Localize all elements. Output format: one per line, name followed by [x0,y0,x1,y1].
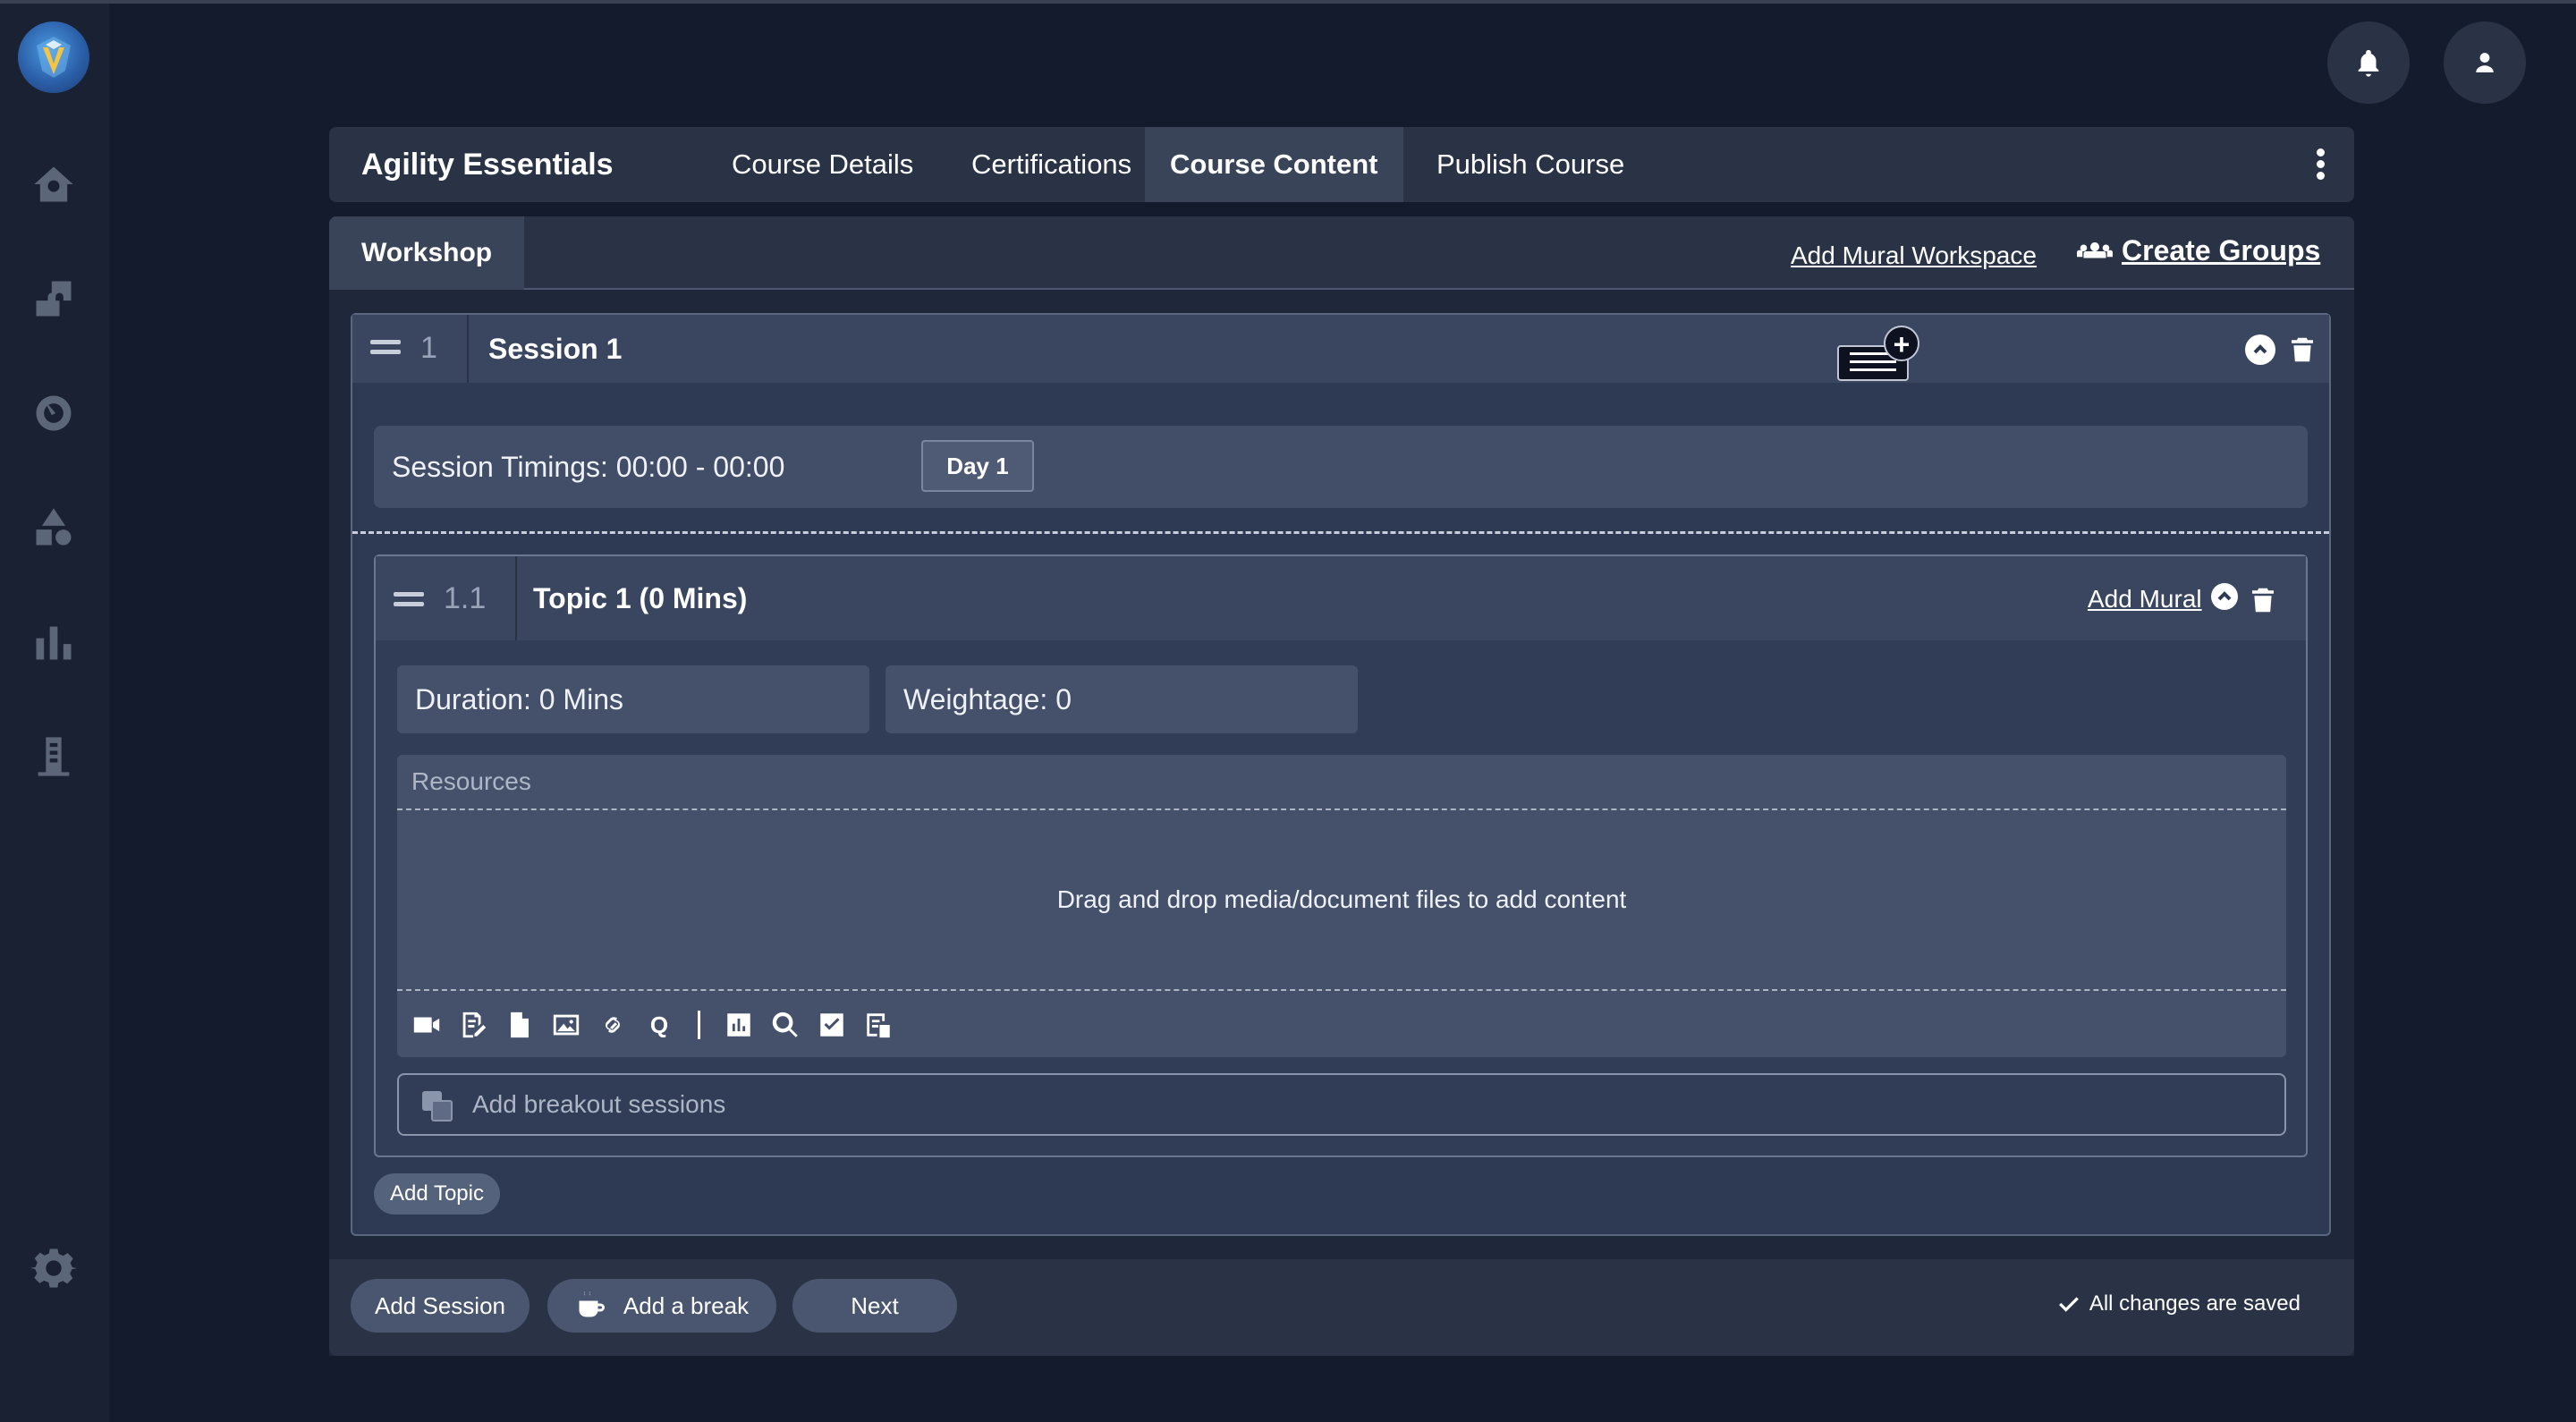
session-timings-label[interactable]: Session Timings: 00:00 - 00:00 [392,426,784,508]
topic-card: 1.1 Topic 1 (0 Mins) Add Mural Duration:… [374,554,2308,1157]
collapse-topic-icon[interactable] [2211,583,2238,610]
save-status-text: All changes are saved [2089,1291,2301,1316]
create-groups-label: Create Groups [2122,234,2321,267]
tab-publish-course[interactable]: Publish Course [1411,127,1649,202]
quiz-icon[interactable]: Q [644,1010,674,1040]
tab-workshop[interactable]: Workshop [329,216,525,290]
add-note-button[interactable]: + [1837,326,1919,381]
breakout-placeholder: Add breakout sessions [472,1090,726,1118]
course-title: Agility Essentials [361,148,614,182]
edit-document-icon[interactable] [458,1010,488,1040]
topic-number: 1.1 [444,581,487,615]
breakout-icon [422,1091,453,1122]
assignment-icon[interactable] [863,1010,894,1040]
bell-icon [2358,49,2379,77]
divider [467,315,469,383]
puzzle-icon[interactable] [27,272,80,326]
poll-icon[interactable] [724,1010,754,1040]
duration-field[interactable]: Duration: 0 Mins [397,665,869,733]
create-groups-button[interactable]: Create Groups [2077,234,2320,267]
more-options-icon[interactable] [2311,147,2329,182]
session-number: 1 [420,331,437,365]
session-timings: Session Timings: 00:00 - 00:00 Day 1 [374,426,2308,508]
save-status: All changes are saved [2057,1291,2301,1316]
check-icon [2058,1297,2079,1312]
video-icon[interactable] [411,1010,442,1040]
search-quiz-icon[interactable] [770,1010,801,1040]
gear-icon[interactable] [27,1241,80,1295]
top-border [0,0,2576,4]
add-mural-link[interactable]: Add Mural [2088,585,2202,614]
resource-toolbar: Q [411,1005,894,1045]
workshop-panel: Workshop Add Mural Workspace Create Grou… [329,216,2354,1356]
toolbar-divider [698,1011,700,1039]
tab-certifications[interactable]: Certifications [946,127,1157,202]
session-header: 1 Session 1 + [352,315,2329,383]
profile-button[interactable] [2444,21,2526,104]
add-break-button[interactable]: Add a break [547,1279,776,1333]
home-icon[interactable] [27,157,80,211]
building-icon[interactable] [27,730,80,783]
users-icon [2077,241,2113,258]
topic-title[interactable]: Topic 1 (0 Mins) [533,556,747,640]
link-icon[interactable] [597,1010,628,1040]
checklist-icon[interactable] [817,1010,847,1040]
image-icon[interactable] [551,1010,581,1040]
next-button[interactable]: Next [792,1279,957,1333]
add-session-button[interactable]: Add Session [351,1279,530,1333]
tab-course-content[interactable]: Course Content [1145,127,1403,202]
add-topic-button[interactable]: Add Topic [374,1173,500,1215]
shapes-icon[interactable] [27,501,80,554]
breakout-sessions-input[interactable]: Add breakout sessions [397,1073,2286,1136]
session-title[interactable]: Session 1 [488,315,622,383]
resources-dropzone[interactable]: Resources Drag and drop media/document f… [397,755,2286,1057]
delete-topic-icon[interactable] [2252,587,2274,614]
add-mural-workspace-link[interactable]: Add Mural Workspace [1791,241,2037,270]
weightage-field[interactable]: Weightage: 0 [886,665,1358,733]
divider [515,556,517,640]
footer-actions: Add Session Add a break Next All changes… [329,1259,2354,1356]
sidebar [0,4,109,1422]
collapse-session-icon[interactable] [2245,334,2275,365]
user-icon [2476,53,2494,72]
dashed-divider [397,989,2286,991]
course-header: Agility Essentials Course Details Certif… [329,127,2354,202]
logo-icon [37,37,71,78]
day-button[interactable]: Day 1 [921,440,1034,492]
workshop-header: Workshop Add Mural Workspace Create Grou… [329,216,2354,290]
plus-icon: + [1884,326,1919,361]
notifications-button[interactable] [2327,21,2410,104]
delete-session-icon[interactable] [2292,336,2313,363]
session-card: 1 Session 1 + Session Timings: 00:00 - 0… [351,313,2331,1236]
bar-chart-icon[interactable] [27,615,80,669]
topic-header: 1.1 Topic 1 (0 Mins) Add Mural [376,556,2306,640]
drag-handle-icon[interactable] [394,592,424,612]
document-icon[interactable] [504,1010,535,1040]
drop-hint: Drag and drop media/document files to ad… [1056,885,1627,913]
app-logo[interactable] [18,21,89,93]
coffee-icon [579,1291,605,1317]
drag-handle-icon[interactable] [370,340,401,360]
add-break-label: Add a break [623,1292,750,1319]
tab-course-details[interactable]: Course Details [707,127,938,202]
gauge-icon[interactable] [27,386,80,440]
resources-label: Resources [411,767,531,795]
dashed-divider [352,531,2329,534]
